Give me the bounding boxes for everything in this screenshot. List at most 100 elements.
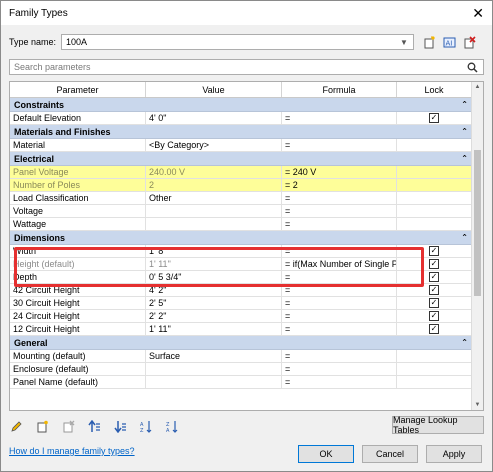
table-row[interactable]: Depth 0' 5 3/4" = ✓	[10, 271, 472, 284]
group-label: Dimensions	[14, 232, 66, 243]
lock-checkbox[interactable]: ✓	[429, 298, 439, 308]
type-name-select[interactable]: 100A ▼	[61, 34, 414, 50]
param-value[interactable]: 1' 11"	[146, 258, 282, 270]
param-value[interactable]: 1' 8"	[146, 245, 282, 257]
scroll-up-icon[interactable]: ▲	[472, 82, 483, 92]
param-value[interactable]: 2	[146, 179, 282, 191]
table-row[interactable]: Wattage =	[10, 218, 472, 231]
group-general[interactable]: General ⌃	[10, 336, 472, 350]
chevron-down-icon[interactable]: ▼	[398, 35, 410, 49]
table-row[interactable]: Panel Name (default) =	[10, 376, 472, 389]
param-value[interactable]	[146, 363, 282, 375]
param-formula[interactable]: =	[282, 271, 397, 283]
column-header-parameter[interactable]: Parameter	[10, 82, 146, 97]
param-formula[interactable]: = 240 V	[282, 166, 397, 178]
group-materials[interactable]: Materials and Finishes ⌃	[10, 125, 472, 139]
param-value[interactable]	[146, 218, 282, 230]
rename-type-icon[interactable]: AI	[442, 35, 456, 49]
param-value[interactable]: 2' 5"	[146, 297, 282, 309]
param-formula[interactable]: =	[282, 192, 397, 204]
param-value[interactable]: 1' 11"	[146, 323, 282, 335]
lock-checkbox[interactable]: ✓	[429, 113, 439, 123]
table-row[interactable]: Mounting (default) Surface =	[10, 350, 472, 363]
table-row[interactable]: Default Elevation 4' 0" = ✓	[10, 112, 472, 125]
lock-checkbox[interactable]: ✓	[429, 324, 439, 334]
sort-descending-icon[interactable]: ZA	[165, 419, 179, 433]
param-name: Width	[10, 245, 146, 257]
new-parameter-icon[interactable]	[35, 419, 49, 433]
collapse-icon[interactable]: ⌃	[461, 127, 468, 136]
table-row[interactable]: Panel Voltage 240.00 V = 240 V	[10, 166, 472, 179]
param-formula[interactable]: = 2	[282, 179, 397, 191]
move-down-icon[interactable]	[113, 419, 127, 433]
param-formula[interactable]: =	[282, 350, 397, 362]
lock-checkbox[interactable]: ✓	[429, 259, 439, 269]
table-row[interactable]: Width 1' 8" = ✓	[10, 245, 472, 258]
param-value[interactable]	[146, 376, 282, 388]
param-formula[interactable]: =	[282, 297, 397, 309]
column-header-lock[interactable]: Lock	[397, 82, 472, 97]
group-constraints[interactable]: Constraints ⌃	[10, 98, 472, 112]
param-value[interactable]: 4' 2"	[146, 284, 282, 296]
scroll-down-icon[interactable]: ▼	[472, 400, 483, 410]
param-formula[interactable]: = if(Max Number of Single P	[282, 258, 397, 270]
lock-checkbox[interactable]: ✓	[429, 285, 439, 295]
collapse-icon[interactable]: ⌃	[461, 154, 468, 163]
param-value[interactable]	[146, 205, 282, 217]
lock-checkbox[interactable]: ✓	[429, 246, 439, 256]
table-row[interactable]: Load Classification Other =	[10, 192, 472, 205]
manage-lookup-tables-button[interactable]: Manage Lookup Tables	[392, 415, 484, 435]
vertical-scrollbar[interactable]: ▲ ▼	[471, 82, 483, 410]
param-formula[interactable]: =	[282, 376, 397, 388]
group-electrical[interactable]: Electrical ⌃	[10, 152, 472, 166]
column-header-value[interactable]: Value	[146, 82, 282, 97]
param-formula[interactable]: =	[282, 323, 397, 335]
param-formula[interactable]: =	[282, 363, 397, 375]
param-formula[interactable]: =	[282, 205, 397, 217]
table-row[interactable]: 12 Circuit Height 1' 11" = ✓	[10, 323, 472, 336]
close-icon[interactable]: ✕	[472, 5, 484, 22]
collapse-icon[interactable]: ⌃	[461, 233, 468, 242]
param-formula[interactable]: =	[282, 218, 397, 230]
scrollbar-thumb[interactable]	[474, 150, 481, 296]
param-formula[interactable]: =	[282, 139, 397, 151]
collapse-icon[interactable]: ⌃	[461, 338, 468, 347]
param-formula[interactable]: =	[282, 310, 397, 322]
edit-parameter-icon[interactable]	[9, 419, 23, 433]
delete-type-icon[interactable]	[462, 35, 476, 49]
search-parameters-input[interactable]: Search parameters	[9, 59, 484, 75]
move-up-icon[interactable]	[87, 419, 101, 433]
table-row[interactable]: Voltage =	[10, 205, 472, 218]
param-value[interactable]: 4' 0"	[146, 112, 282, 124]
param-value[interactable]: Other	[146, 192, 282, 204]
table-row[interactable]: Material <By Category> =	[10, 139, 472, 152]
collapse-icon[interactable]: ⌃	[461, 100, 468, 109]
param-name: 30 Circuit Height	[10, 297, 146, 309]
cancel-button[interactable]: Cancel	[362, 445, 418, 463]
table-row[interactable]: Height (default) 1' 11" = if(Max Number …	[10, 258, 472, 271]
lock-checkbox[interactable]: ✓	[429, 311, 439, 321]
sort-ascending-icon[interactable]: AZ	[139, 419, 153, 433]
param-formula[interactable]: =	[282, 112, 397, 124]
param-value[interactable]: Surface	[146, 350, 282, 362]
ok-button[interactable]: OK	[298, 445, 354, 463]
param-value[interactable]: <By Category>	[146, 139, 282, 151]
search-icon[interactable]	[465, 60, 479, 74]
param-value[interactable]: 0' 5 3/4"	[146, 271, 282, 283]
help-link[interactable]: How do I manage family types?	[9, 446, 135, 456]
param-value[interactable]: 2' 2"	[146, 310, 282, 322]
new-type-icon[interactable]	[422, 35, 436, 49]
apply-button[interactable]: Apply	[426, 445, 482, 463]
param-formula[interactable]: =	[282, 284, 397, 296]
table-row[interactable]: Number of Poles 2 = 2	[10, 179, 472, 192]
lock-checkbox[interactable]: ✓	[429, 272, 439, 282]
table-row[interactable]: Enclosure (default) =	[10, 363, 472, 376]
param-value[interactable]: 240.00 V	[146, 166, 282, 178]
delete-parameter-icon[interactable]	[61, 419, 75, 433]
group-dimensions[interactable]: Dimensions ⌃	[10, 231, 472, 245]
table-row[interactable]: 30 Circuit Height 2' 5" = ✓	[10, 297, 472, 310]
table-row[interactable]: 42 Circuit Height 4' 2" = ✓	[10, 284, 472, 297]
param-formula[interactable]: =	[282, 245, 397, 257]
table-row[interactable]: 24 Circuit Height 2' 2" = ✓	[10, 310, 472, 323]
column-header-formula[interactable]: Formula	[282, 82, 397, 97]
